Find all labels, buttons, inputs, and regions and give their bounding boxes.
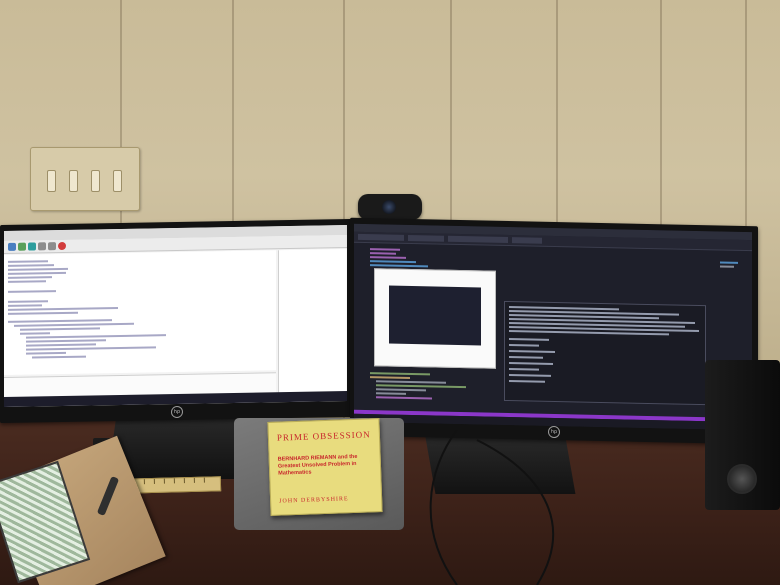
hp-logo-icon: hp — [171, 405, 183, 419]
book-subtitle: BERNHARD RIEMANN and the Greatest Unsolv… — [277, 453, 358, 477]
right-monitor: hp — [350, 217, 758, 445]
light-switch-toggle[interactable] — [91, 170, 100, 192]
step-over-icon[interactable] — [48, 242, 56, 251]
run-icon[interactable] — [18, 242, 26, 251]
right-screen — [354, 223, 752, 431]
cable — [429, 430, 555, 585]
webcam — [358, 194, 422, 220]
light-switch-toggle[interactable] — [69, 170, 78, 192]
ide-tab[interactable] — [408, 234, 444, 242]
ide-tab[interactable] — [358, 233, 404, 241]
minimap — [720, 261, 738, 264]
book-author: JOHN DERBYSHIRE — [279, 496, 349, 505]
speaker — [705, 360, 780, 510]
light-switch-toggle[interactable] — [113, 170, 122, 192]
plot-image — [389, 285, 481, 346]
code-editor[interactable] — [4, 250, 276, 376]
light-switch-toggle[interactable] — [47, 170, 56, 192]
book-title: PRIME OBSESSION — [276, 429, 371, 443]
stop-icon[interactable] — [58, 241, 66, 251]
book: PRIME OBSESSION BERNHARD RIEMANN and the… — [267, 418, 383, 516]
left-screen — [4, 225, 347, 408]
debug-icon[interactable] — [28, 242, 36, 251]
left-monitor: hp — [0, 218, 352, 424]
ide-tab[interactable] — [448, 235, 508, 244]
side-panel[interactable] — [278, 249, 347, 401]
light-switch-plate — [30, 147, 140, 211]
new-file-icon[interactable] — [8, 242, 16, 251]
webcam-lens — [382, 200, 396, 214]
desk-scene: hp hp PRIME OBSESSION BERNHARD RIEMANN a… — [0, 0, 780, 585]
step-icon[interactable] — [38, 242, 46, 251]
plot-window[interactable] — [374, 268, 496, 369]
terminal-output[interactable] — [504, 300, 706, 406]
ide-tab[interactable] — [512, 237, 542, 244]
volume-knob[interactable] — [727, 464, 757, 494]
